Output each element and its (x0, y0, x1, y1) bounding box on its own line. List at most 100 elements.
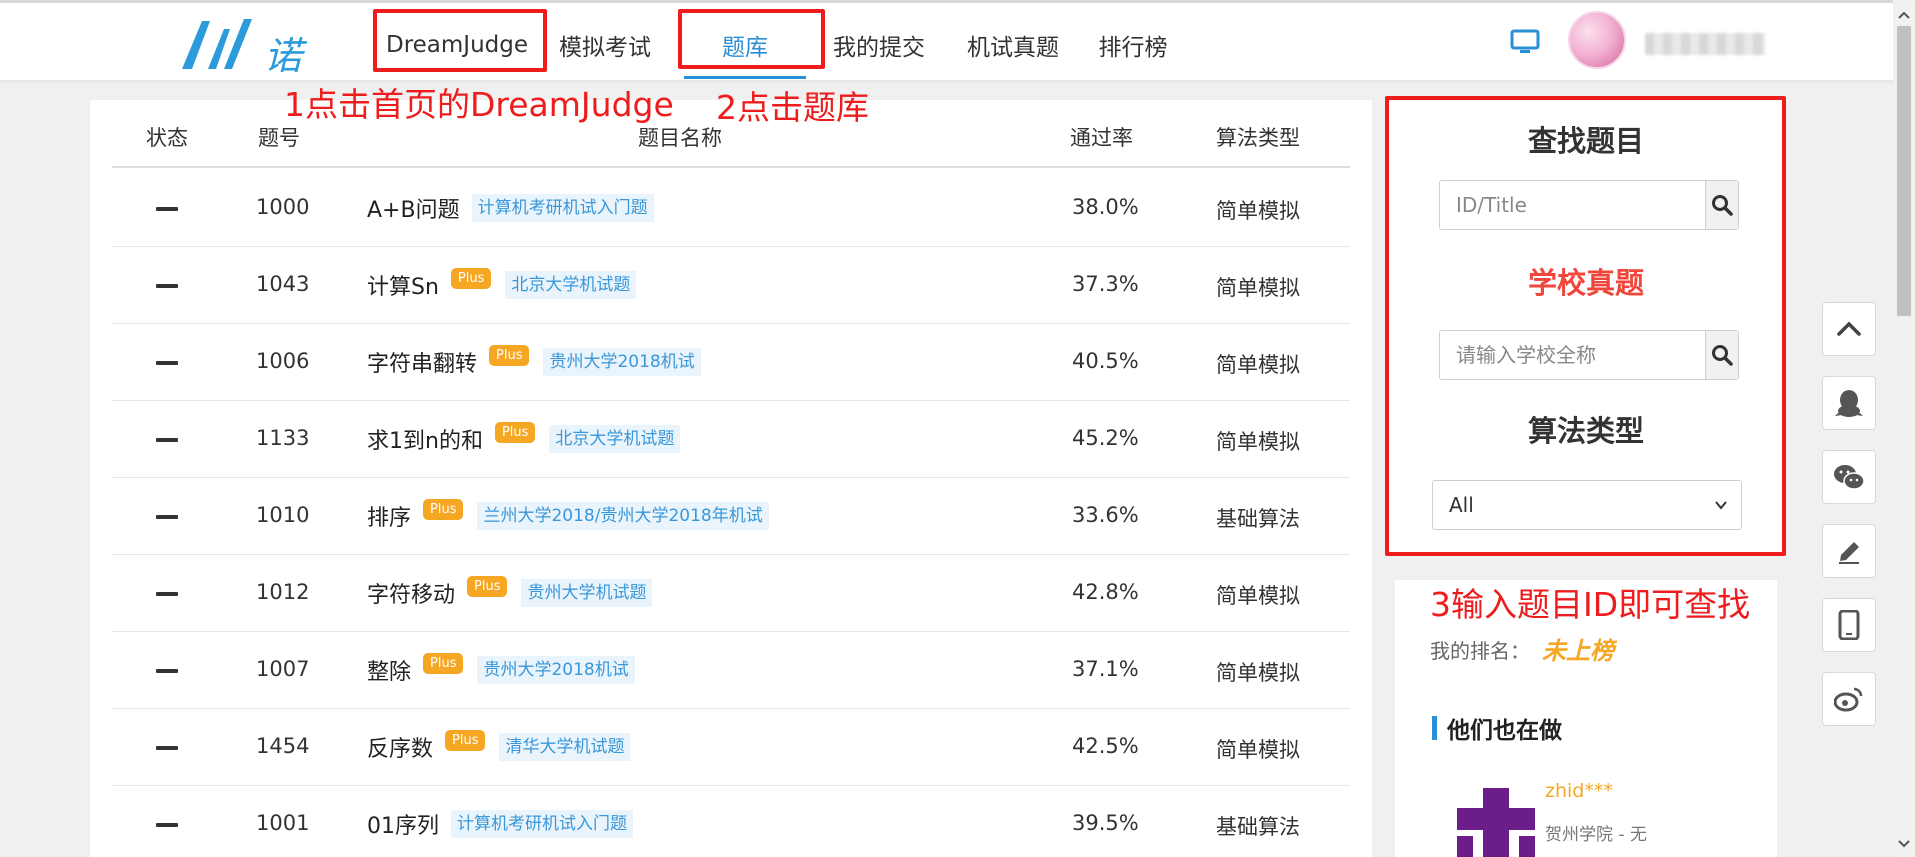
problem-source-tag[interactable]: 兰州大学2018/贵州大学2018年机试 (477, 502, 769, 530)
problem-source-tag[interactable]: 贵州大学2018机试 (543, 348, 701, 376)
pass-rate: 42.8% (1072, 580, 1139, 604)
pass-rate: 33.6% (1072, 503, 1139, 527)
table-row[interactable]: 1001 01序列 计算机考研机试入门题 39.5% 基础算法 (112, 786, 1350, 857)
weibo-button[interactable] (1822, 672, 1876, 726)
pass-rate: 38.0% (1072, 195, 1139, 219)
problem-title[interactable]: 字符移动 (367, 577, 455, 609)
problem-id: 1006 (256, 349, 310, 373)
problem-id: 1043 (256, 272, 310, 296)
problem-source-tag[interactable]: 贵州大学机试题 (521, 579, 653, 607)
logo-text: 诺 (264, 34, 303, 78)
problem-search-button[interactable] (1705, 181, 1738, 229)
back-to-top-button[interactable] (1822, 302, 1876, 356)
nav-item-my-submissions[interactable]: 我的提交 (824, 13, 934, 77)
problem-title[interactable]: 计算Sn (367, 269, 439, 301)
problem-source-tag[interactable]: 清华大学机试题 (499, 733, 631, 761)
chevron-down-icon (1715, 501, 1727, 510)
school-search-button[interactable] (1705, 331, 1738, 379)
problem-source-tag[interactable]: 北京大学机试题 (505, 271, 637, 299)
algo-type: 简单模拟 (1216, 430, 1300, 454)
plus-badge: Plus (489, 344, 530, 366)
scroll-up-arrow-icon (1898, 11, 1910, 19)
algo-type: 基础算法 (1216, 815, 1300, 839)
user-identicon-icon[interactable] (1457, 788, 1535, 857)
problem-title[interactable]: 排序 (367, 500, 411, 532)
table-row[interactable]: 1133 求1到n的和 Plus 北京大学机试题 45.2% 简单模拟 (112, 401, 1350, 478)
table-row[interactable]: 1006 字符串翻转 Plus 贵州大学2018机试 40.5% 简单模拟 (112, 324, 1350, 401)
status-unattempted-icon (156, 207, 178, 211)
problem-source-tag[interactable]: 贵州大学2018机试 (477, 656, 635, 684)
status-unattempted-icon (156, 438, 178, 442)
mobile-button[interactable] (1822, 598, 1876, 652)
find-problem-title: 查找题目 (1527, 124, 1644, 158)
plus-badge: Plus (467, 575, 508, 597)
problem-id: 1133 (256, 426, 310, 450)
user-avatar[interactable] (1568, 11, 1626, 69)
nav-item-problem-bank[interactable]: 题库 (684, 13, 806, 79)
school-problems-title: 学校真题 (1527, 266, 1644, 300)
problem-title[interactable]: 整除 (367, 654, 411, 686)
algo-type: 简单模拟 (1216, 584, 1300, 608)
scroll-up-button[interactable] (1893, 4, 1915, 26)
pass-rate: 42.5% (1072, 734, 1139, 758)
problem-title-group: 字符串翻转 Plus 贵州大学2018机试 (367, 344, 701, 378)
table-row[interactable]: 1043 计算Sn Plus 北京大学机试题 37.3% 简单模拟 (112, 247, 1350, 324)
search-icon (1712, 345, 1733, 366)
problem-title[interactable]: 01序列 (367, 808, 439, 840)
algo-type: 简单模拟 (1216, 353, 1300, 377)
scroll-down-button[interactable] (1893, 833, 1915, 855)
status-unattempted-icon (156, 284, 178, 288)
monitor-icon[interactable] (1510, 29, 1540, 55)
table-row[interactable]: 1000 A+B问题 计算机考研机试入门题 38.0% 简单模拟 (112, 170, 1350, 247)
problem-id: 1010 (256, 503, 310, 527)
problem-search-input[interactable] (1440, 181, 1705, 229)
status-unattempted-icon (156, 669, 178, 673)
algo-type-select[interactable]: All (1432, 480, 1742, 530)
plus-badge: Plus (494, 421, 536, 443)
mobile-icon (1838, 610, 1860, 640)
section-accent-bar (1432, 716, 1437, 740)
dreamjudge-logo-icon (182, 19, 252, 69)
algo-type: 简单模拟 (1216, 661, 1300, 685)
problem-title[interactable]: 反序数 (367, 731, 433, 763)
nav-item-mock-exam[interactable]: 模拟考试 (550, 13, 660, 77)
problem-source-tag[interactable]: 计算机考研机试入门题 (451, 810, 633, 838)
scroll-thumb[interactable] (1897, 26, 1911, 316)
nav-item-past-exams[interactable]: 机试真题 (958, 13, 1068, 77)
qq-icon (1835, 390, 1863, 417)
problem-source-tag[interactable]: 计算机考研机试入门题 (471, 194, 654, 222)
problem-id: 1007 (256, 657, 310, 681)
table-row[interactable]: 1007 整除 Plus 贵州大学2018机试 37.1% 简单模拟 (112, 632, 1350, 709)
problem-title[interactable]: A+B问题 (367, 192, 460, 224)
table-row[interactable]: 1010 排序 Plus 兰州大学2018/贵州大学2018年机试 33.6% … (112, 478, 1350, 555)
wechat-button[interactable] (1822, 450, 1876, 504)
search-panel: 查找题目 学校真题 算法类型 All (1387, 96, 1785, 556)
also-user-name[interactable]: zhid*** (1545, 780, 1613, 802)
my-rank-label: 我的排名： (1430, 639, 1530, 663)
problem-source-tag[interactable]: 北京大学机试题 (549, 425, 681, 453)
problem-title[interactable]: 求1到n的和 (367, 423, 483, 455)
qq-button[interactable] (1822, 376, 1876, 430)
table-row[interactable]: 1454 反序数 Plus 清华大学机试题 42.5% 简单模拟 (112, 709, 1350, 786)
nav-item-dreamjudge[interactable]: DreamJudge (376, 13, 538, 77)
plus-badge: Plus (423, 652, 464, 674)
page-scrollbar[interactable] (1893, 0, 1915, 857)
nav-item-leaderboard[interactable]: 排行榜 (1091, 13, 1175, 77)
problem-title-group: 01序列 计算机考研机试入门题 (367, 808, 633, 840)
site-logo[interactable]: 诺 (178, 13, 313, 78)
problem-title-group: 求1到n的和 Plus 北京大学机试题 (367, 421, 681, 455)
table-row[interactable]: 1012 字符移动 Plus 贵州大学机试题 42.8% 简单模拟 (112, 555, 1350, 632)
problem-title[interactable]: 字符串翻转 (367, 346, 477, 378)
pass-rate: 45.2% (1072, 426, 1139, 450)
problem-table: 状态 题号 题目名称 通过率 算法类型 1000 A+B问题 计算机考研机试入门… (90, 100, 1372, 857)
search-icon (1712, 195, 1733, 216)
feedback-button[interactable] (1822, 524, 1876, 578)
algo-type-title: 算法类型 (1527, 414, 1644, 448)
header-pass-rate: 通过率 (1070, 126, 1133, 150)
username-blurred[interactable] (1645, 33, 1765, 55)
problem-title-group: 字符移动 Plus 贵州大学机试题 (367, 575, 653, 609)
school-search-input[interactable] (1440, 331, 1705, 379)
problem-id: 1012 (256, 580, 310, 604)
top-navbar: 诺 DreamJudge 模拟考试 题库 我的提交 机试真题 排行榜 (0, 0, 1915, 80)
status-unattempted-icon (156, 823, 178, 827)
